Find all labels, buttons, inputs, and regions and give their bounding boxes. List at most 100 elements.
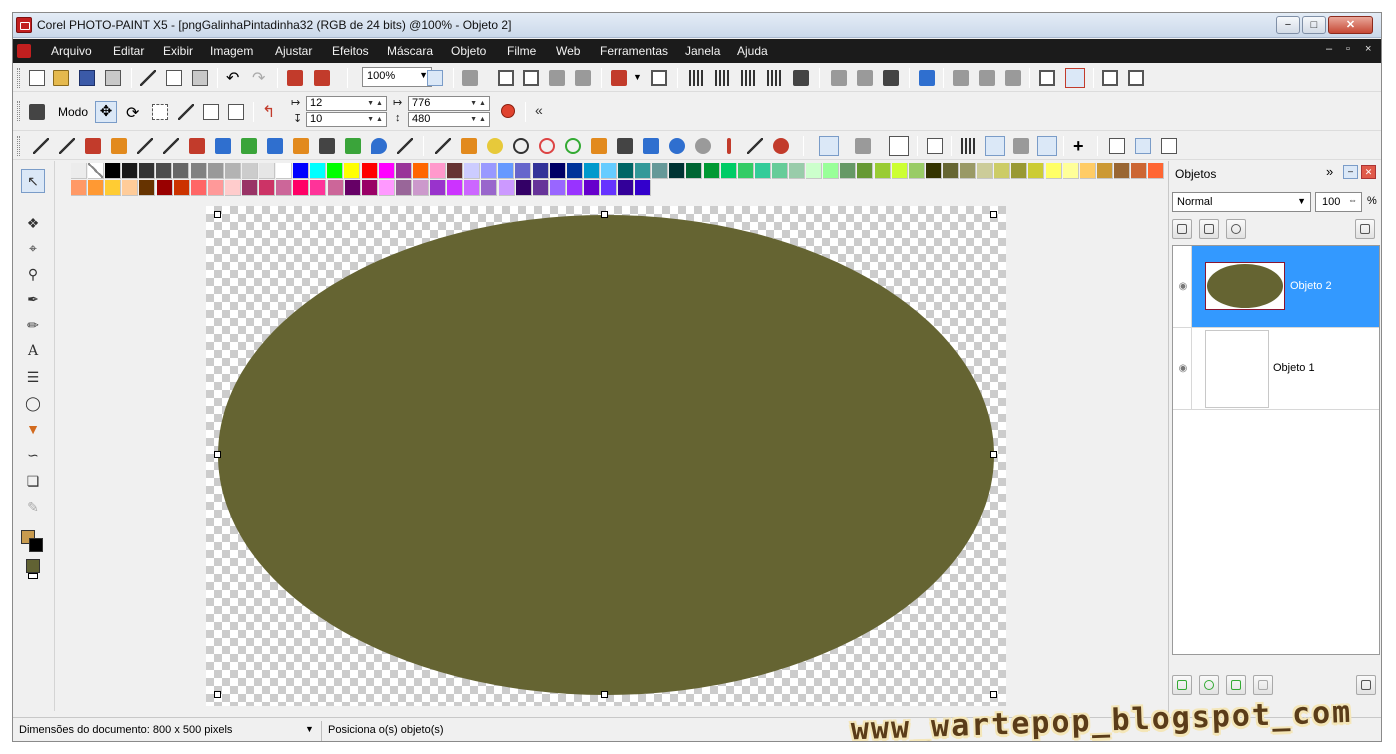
palette-swatch[interactable]: [549, 180, 566, 196]
palette-swatch[interactable]: [378, 163, 395, 179]
palette-swatch[interactable]: [88, 180, 105, 196]
undo-icon[interactable]: ↶: [226, 68, 242, 87]
palette-swatch[interactable]: [1028, 163, 1045, 179]
brush-tool[interactable]: ☰: [25, 369, 41, 385]
color-brush-icon[interactable]: [461, 138, 477, 154]
drop-icon[interactable]: [371, 138, 387, 154]
palette-swatch[interactable]: [258, 163, 275, 179]
palette-swatch[interactable]: [412, 163, 429, 179]
palette-swatch[interactable]: [361, 163, 378, 179]
doc-minimize-button[interactable]: –: [1326, 43, 1332, 55]
eyedropper-tool[interactable]: ✒: [25, 291, 41, 307]
palette-swatch[interactable]: [276, 180, 293, 196]
pick-tool[interactable]: ↖: [21, 169, 45, 193]
effects-icon[interactable]: [462, 70, 478, 86]
palette-swatch[interactable]: [156, 163, 173, 179]
drop-shadow-tool[interactable]: ❏: [25, 473, 41, 489]
menu-ajuda[interactable]: Ajuda: [737, 44, 768, 58]
width-field[interactable]: 776 ▼▲: [408, 96, 490, 111]
transform-handle[interactable]: [214, 451, 221, 458]
open-folder-icon[interactable]: [53, 70, 69, 86]
transform-handle[interactable]: [990, 691, 997, 698]
palette-swatch[interactable]: [71, 180, 87, 196]
spinner-icon[interactable]: ▼▲: [366, 113, 386, 126]
palette-swatch[interactable]: [840, 163, 857, 179]
move-mode-icon[interactable]: ✥: [95, 101, 117, 123]
transform-handle[interactable]: [990, 451, 997, 458]
outline-color-swatch[interactable]: [29, 538, 43, 552]
palette-swatch[interactable]: [994, 163, 1011, 179]
delete-object-button[interactable]: [1356, 675, 1376, 695]
new-document-icon[interactable]: [29, 70, 45, 86]
chevron-down-icon[interactable]: ▼: [633, 72, 649, 88]
transform-handle[interactable]: [601, 211, 608, 218]
shape-tool[interactable]: ◯: [25, 395, 41, 411]
transform-handle[interactable]: [214, 211, 221, 218]
brush-icon[interactable]: [33, 138, 49, 154]
palette-swatch[interactable]: [447, 180, 464, 196]
bucket-icon[interactable]: [85, 138, 101, 154]
preview-window-icon[interactable]: [1128, 70, 1144, 86]
skew-mode-icon[interactable]: [178, 104, 194, 120]
export-icon[interactable]: [314, 70, 330, 86]
palette-swatch[interactable]: [310, 180, 327, 196]
object-row-objeto-1[interactable]: ◉ Objeto 1: [1173, 328, 1379, 410]
palette-swatch[interactable]: [498, 163, 515, 179]
visibility-eye-icon[interactable]: ◉: [1175, 328, 1192, 409]
palette-swatch[interactable]: [105, 180, 122, 196]
palette-swatch[interactable]: [532, 163, 549, 179]
save-icon[interactable]: [79, 70, 95, 86]
combine-icon[interactable]: [953, 70, 969, 86]
menu-exibir[interactable]: Exibir: [163, 44, 193, 58]
anchor-icon[interactable]: ↰: [262, 102, 278, 121]
menu-ajustar[interactable]: Ajustar: [275, 44, 312, 58]
glasses-icon[interactable]: [617, 138, 633, 154]
grid-icon[interactable]: [961, 138, 977, 154]
selected-ellipse-object[interactable]: [218, 215, 994, 695]
fill-tool[interactable]: ▼: [25, 421, 41, 437]
palette-swatch[interactable]: [344, 163, 361, 179]
transform-brush-icon[interactable]: [747, 138, 763, 154]
palette-swatch[interactable]: [925, 163, 942, 179]
palette-swatch[interactable]: [395, 163, 412, 179]
group-icon[interactable]: [979, 70, 995, 86]
rotate-mode-icon[interactable]: ⟳: [126, 103, 142, 122]
palette-swatch[interactable]: [908, 163, 925, 179]
toolbar-grip[interactable]: [17, 101, 20, 121]
palette-swatch[interactable]: [1148, 163, 1165, 179]
welcome-screen-icon[interactable]: [651, 70, 667, 86]
redo-icon[interactable]: ↷: [252, 68, 268, 87]
new-object-button[interactable]: [1172, 675, 1192, 695]
palette-swatch[interactable]: [276, 163, 292, 179]
palette-swatch[interactable]: [566, 163, 583, 179]
menu-filme[interactable]: Filme: [507, 44, 536, 58]
object-color-swatch[interactable]: [26, 559, 40, 573]
palette-swatch[interactable]: [942, 163, 959, 179]
palette-swatch[interactable]: [173, 163, 190, 179]
blur-drop-icon[interactable]: [643, 138, 659, 154]
import-icon[interactable]: [287, 70, 303, 86]
marker-red-icon[interactable]: [189, 138, 205, 154]
sharpen-icon[interactable]: [669, 138, 685, 154]
maximize-button[interactable]: □: [1302, 16, 1326, 34]
crop-tool[interactable]: ⌖: [25, 240, 41, 256]
palette-scroll-arrow[interactable]: [71, 163, 87, 179]
ink-pen-icon[interactable]: [163, 138, 179, 154]
opacity-field[interactable]: 100 ⇔: [1315, 192, 1362, 212]
palette-swatch[interactable]: [583, 163, 600, 179]
eraser-icon[interactable]: [435, 138, 451, 154]
palette-swatch[interactable]: [737, 163, 754, 179]
zoom-fit-icon[interactable]: [427, 70, 443, 86]
mask-tool[interactable]: ❖: [25, 215, 41, 231]
palette-swatch[interactable]: [464, 180, 481, 196]
object-properties-icon[interactable]: [889, 136, 909, 156]
palette-swatch[interactable]: [395, 180, 412, 196]
height-field[interactable]: 480 ▼▲: [408, 112, 490, 127]
menu-ferramentas[interactable]: Ferramentas: [600, 44, 668, 58]
lock-transparency-button[interactable]: [1172, 219, 1192, 239]
clip-mask-icon[interactable]: [1065, 68, 1085, 88]
distort-mode-icon[interactable]: [203, 104, 219, 120]
print-icon[interactable]: [105, 70, 121, 86]
hue-icon[interactable]: [565, 138, 581, 154]
palette-swatch[interactable]: [1011, 163, 1028, 179]
